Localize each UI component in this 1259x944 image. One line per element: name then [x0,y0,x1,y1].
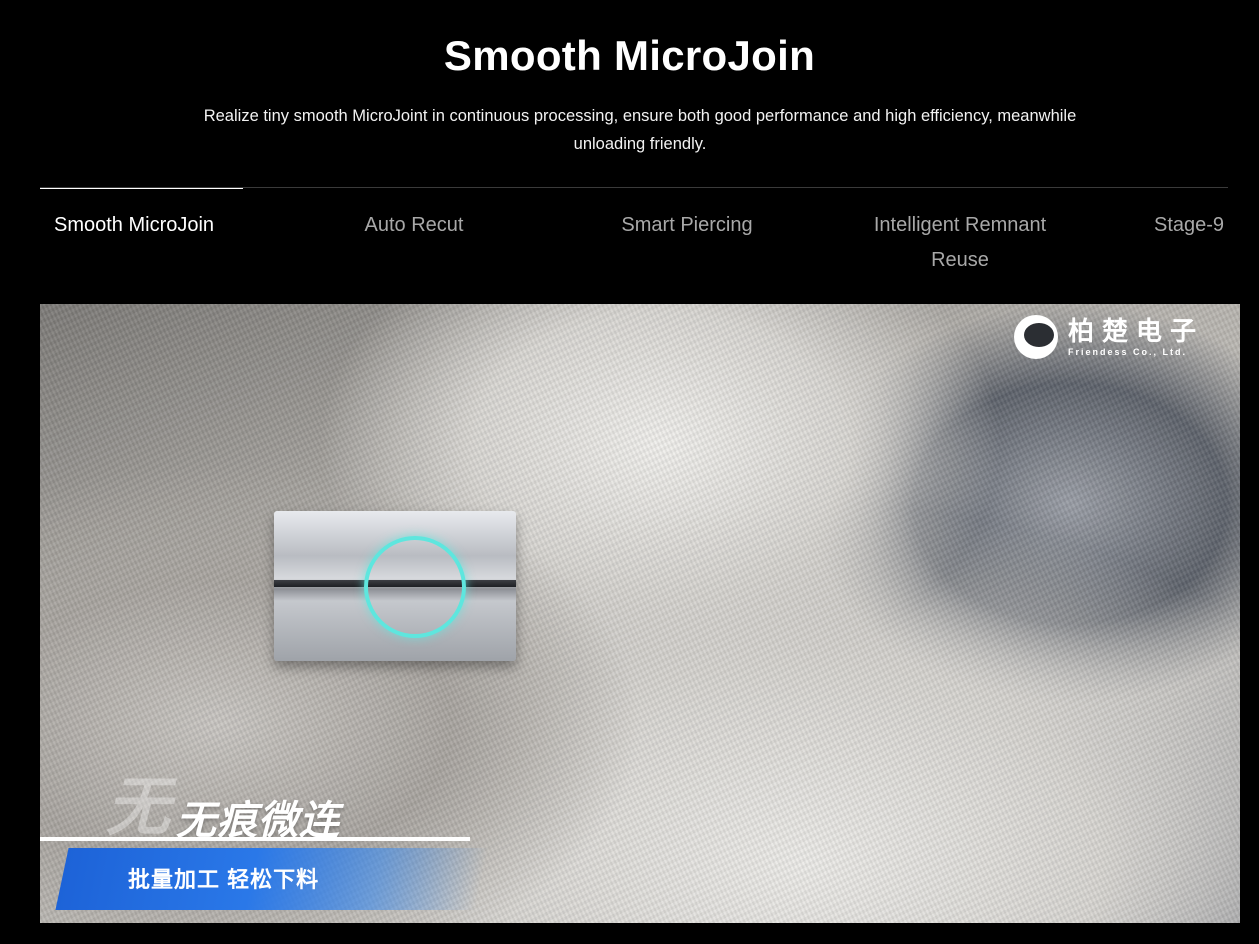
friendess-logo: 柏楚电子 Friendess Co., Ltd. [1013,312,1204,362]
active-tab-indicator [40,188,243,189]
feature-tabs: Smooth MicroJoin Auto Recut Smart Pierci… [40,187,1228,278]
caption-large-glyph: 无 [106,771,170,843]
caption-subtitle: 批量加工 轻松下料 [128,867,320,892]
page-subtitle: Realize tiny smooth MicroJoint in contin… [203,107,1077,153]
friendess-logo-icon [1013,315,1058,359]
tab-stage-9[interactable]: Stage-9 [1154,208,1228,243]
page-title: Smooth MicroJoin [443,32,816,79]
friendess-logo-text: 柏楚电子 Friendess Co., Ltd. [1068,317,1204,357]
tab-intelligent-remnant-reuse[interactable]: Intelligent Remnant Reuse [850,208,1070,278]
logo-chinese-text: 柏楚电子 [1067,317,1204,347]
tab-smooth-microjoin[interactable]: Smooth MicroJoin [54,208,230,243]
microjoint-highlight-circle [364,536,466,638]
demo-video-frame[interactable]: 柏楚电子 Friendess Co., Ltd. 无 无痕微连 批量加工 轻松下… [40,304,1240,923]
tab-auto-recut[interactable]: Auto Recut [340,208,488,243]
tab-smart-piercing[interactable]: Smart Piercing [600,208,774,243]
caption-divider [40,837,470,841]
logo-english-text: Friendess Co., Ltd. [1067,347,1187,357]
